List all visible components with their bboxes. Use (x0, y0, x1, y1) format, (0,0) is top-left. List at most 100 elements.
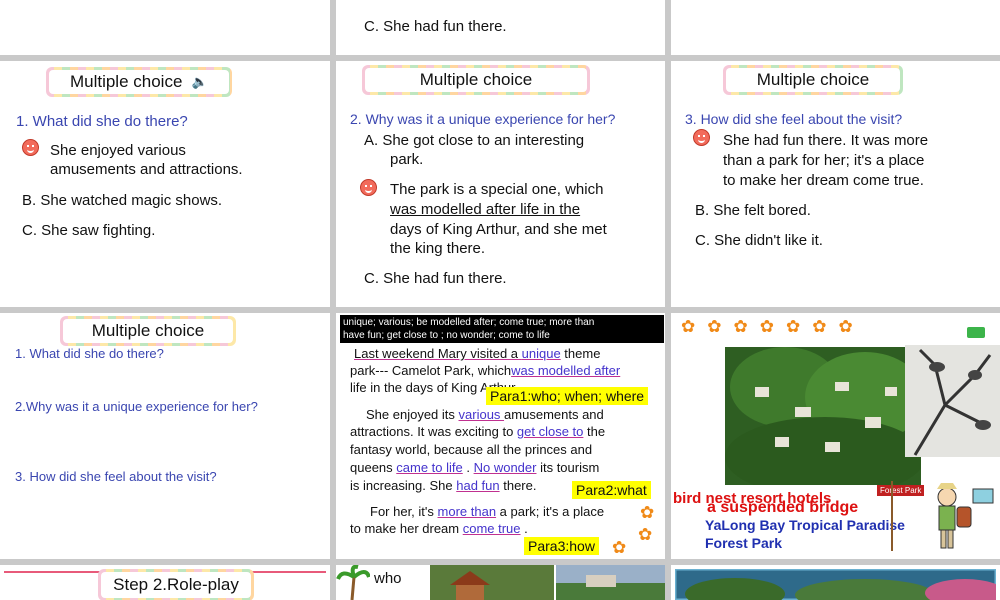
option-c[interactable]: C. She saw fighting. (22, 221, 155, 240)
word-bank: unique; various; be modelled after; come… (340, 315, 664, 343)
who-label: who (374, 570, 402, 587)
question-text: 3. How did she feel about the visit? (685, 111, 903, 127)
blank-answer: unique (521, 346, 561, 361)
question-1: 1. What did she do there? (15, 346, 164, 361)
text: amusements and (504, 407, 604, 422)
question-text: 2. Why was it a unique experience for he… (350, 111, 616, 127)
slide-top-left (0, 0, 330, 55)
option-a-line2[interactable]: amusements and attractions. (50, 160, 243, 179)
temple-photo (430, 565, 554, 600)
option-a-line1[interactable]: She enjoyed various (50, 141, 186, 160)
slide-title-text: Multiple choice (69, 72, 183, 91)
smiley-icon (360, 179, 377, 196)
slide-question-2: Multiple choice 2. Why was it a unique e… (336, 61, 665, 307)
slide-who: who (336, 565, 665, 600)
caption-park-1: YaLong Bay Tropical Paradise (705, 517, 905, 533)
slide-title-text: Multiple choice (726, 68, 900, 92)
question-2: 2.Why was it a unique experience for her… (15, 399, 258, 414)
option-a-line1[interactable]: A. She got close to an interesting (364, 131, 584, 150)
caption-park-2: Forest Park (705, 535, 783, 551)
caption-bridge: a suspended bridge (707, 499, 859, 516)
text: She enjoyed its (366, 407, 459, 422)
blank-answer: No wonder (473, 460, 537, 475)
palm-tree-icon (336, 565, 370, 600)
text: a park; it's a place (496, 504, 605, 519)
slide-title: Multiple choice (60, 316, 236, 346)
speaker-icon[interactable]: 🔈 (192, 74, 208, 90)
text: queens (350, 460, 397, 475)
blank-answer: had fun (456, 478, 500, 493)
option-b-line1[interactable]: The park is a special one, which (390, 180, 603, 199)
flower-icon: ✿ (612, 538, 627, 557)
option-b-line4[interactable]: the king there. (390, 239, 485, 258)
passage-line: fantasy world, because all the princes a… (350, 442, 593, 457)
option-b[interactable]: B. She felt bored. (695, 201, 811, 220)
option-a-line2[interactable]: park. (390, 150, 423, 169)
blank-answer: more than (437, 504, 497, 519)
slide-question-1: Multiple choice 🔈 1. What did she do the… (0, 61, 330, 307)
text: its tourism (536, 460, 600, 475)
blank-answer: come true (462, 521, 521, 536)
text: there. (499, 478, 537, 493)
next-button[interactable] (967, 327, 985, 338)
slide-title: Multiple choice (723, 65, 903, 95)
text: the (583, 424, 606, 439)
para3-label: Para3:how (524, 537, 599, 555)
question-3: 3. How did she feel about the visit? (15, 469, 217, 484)
slide-questions-summary: Multiple choice 1. What did she do there… (0, 313, 330, 559)
slide-photos: ✿✿✿✿✿✿✿ bird nest resort hotels a suspen… (671, 313, 1000, 559)
word-bank-line2: have fun; get close to ; no wonder; come… (343, 330, 550, 341)
option-c[interactable]: C. She didn't like it. (695, 231, 823, 250)
slide-top-right (671, 0, 1000, 55)
text: Last weekend Mary visited a (354, 346, 522, 361)
slide-title-text: Multiple choice (365, 68, 587, 92)
flower-icon: ✿ (640, 503, 655, 522)
flower-row: ✿✿✿✿✿✿✿ (681, 317, 865, 336)
word-bank-line1: unique; various; be modelled after; come… (343, 317, 595, 328)
slide-title: Multiple choice (362, 65, 590, 95)
hiker-illustration (891, 481, 994, 551)
text: park--- Camelot Park, which (350, 363, 512, 378)
blank-answer: came to life (396, 460, 463, 475)
passage-line: is increasing. She had fun there. (350, 476, 536, 495)
resort-photo (556, 565, 665, 600)
text: is increasing. She (350, 478, 457, 493)
passage-line: to make her dream come true . (350, 519, 528, 538)
slide-title: Multiple choice 🔈 (46, 67, 232, 97)
smiley-icon (22, 139, 39, 156)
slide-top-middle: C. She had fun there. (336, 0, 665, 55)
slide-role-play: Step 2.Role-play (0, 565, 330, 600)
forest-photo (675, 569, 996, 600)
slide-title: Step 2.Role-play (98, 569, 254, 600)
text: to make her dream (350, 521, 463, 536)
option-b[interactable]: B. She watched magic shows. (22, 191, 222, 210)
text: . (520, 521, 528, 536)
para2-label: Para2:what (572, 481, 651, 499)
option-c-text: C. She had fun there. (364, 18, 507, 35)
slide-title-text: Step 2.Role-play (101, 572, 251, 598)
smiley-icon (693, 129, 710, 146)
slide-bottom-right (671, 565, 1000, 600)
option-b-line2[interactable]: was modelled after life in the (390, 200, 580, 219)
passage-line: attractions. It was exciting to get clos… (350, 422, 605, 441)
option-a-line1[interactable]: She had fun there. It was more (723, 131, 928, 150)
text: attractions. It was exciting to (350, 424, 517, 439)
slide-passage: unique; various; be modelled after; come… (336, 313, 665, 559)
passage-line: queens came to life . No wonder its tour… (350, 458, 599, 477)
question-text: 1. What did she do there? (16, 113, 188, 130)
option-b-line3[interactable]: days of King Arthur, and she met (390, 220, 607, 239)
option-c[interactable]: C. She had fun there. (364, 269, 507, 288)
blank-answer: various (458, 407, 505, 422)
para1-label: Para1:who; when; where (486, 387, 649, 405)
text: . (462, 460, 474, 475)
slide-title-text: Multiple choice (63, 319, 233, 343)
flower-icon: ✿ (638, 525, 653, 544)
text: For her, it's (370, 504, 438, 519)
bird-nest-hotel-photo (725, 347, 921, 485)
option-a-line2[interactable]: than a park for her; it's a place (723, 151, 924, 170)
slide-question-3: Multiple choice 3. How did she feel abou… (671, 61, 1000, 307)
blank-answer: get close to (516, 424, 584, 439)
option-a-line3[interactable]: to make her dream come true. (723, 171, 924, 190)
text: theme (560, 346, 601, 361)
tree-nests-photo (905, 345, 1000, 457)
